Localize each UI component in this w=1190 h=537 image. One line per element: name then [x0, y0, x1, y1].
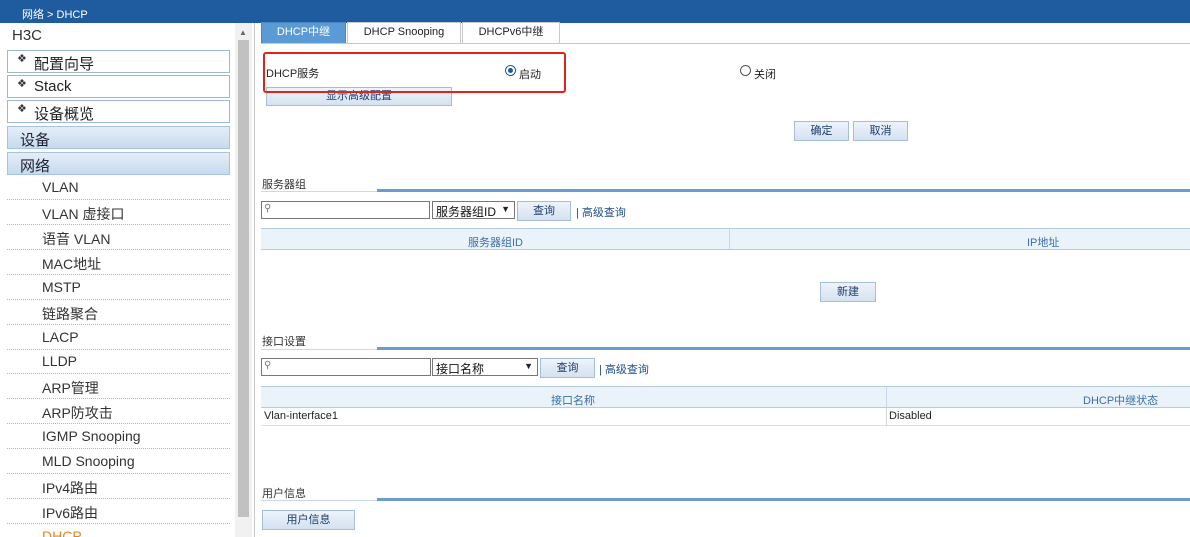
nav-section-label: 设备 — [20, 132, 51, 149]
relay-status-cell: Disabled — [889, 410, 932, 422]
diamond-icon: ❖ — [17, 78, 27, 90]
nav-section-label: 网络 — [20, 158, 51, 175]
section-divider — [261, 498, 1190, 501]
tab-divider — [261, 43, 1190, 44]
sidebar-item-label: ARP管理 — [42, 380, 99, 396]
nav-section-device[interactable]: 设备 — [7, 126, 230, 149]
interface-query-button[interactable]: 查询 — [540, 358, 595, 378]
cancel-button[interactable]: 取消 — [853, 121, 908, 141]
sidebar-item-vlan-interface[interactable]: VLAN 虚接口 — [7, 200, 230, 225]
column-separator — [886, 387, 887, 408]
ok-button[interactable]: 确定 — [794, 121, 849, 141]
sidebar-item-label: DHCP — [42, 528, 82, 537]
server-group-table-header: 服务器组ID IP地址 — [261, 228, 1190, 250]
sidebar-item-arp-management[interactable]: ARP管理 — [7, 374, 230, 399]
nav-device-overview[interactable]: ❖ 设备概览 — [7, 100, 230, 123]
sidebar-item-dhcp[interactable]: DHCP — [7, 524, 230, 537]
sidebar-item-label: LACP — [42, 329, 79, 345]
sidebar-item-label: VLAN 虚接口 — [42, 206, 125, 222]
sidebar-item-ipv4-routing[interactable]: IPv4路由 — [7, 474, 230, 499]
nav-label: Stack — [34, 78, 72, 95]
disable-radio[interactable] — [740, 65, 751, 76]
highlight-annotation — [263, 52, 566, 93]
search-icon: ⚲ — [264, 360, 272, 371]
column-header[interactable]: IP地址 — [1027, 234, 1059, 250]
nav-label: 配置向导 — [34, 56, 95, 73]
sidebar-item-mstp[interactable]: MSTP — [7, 275, 230, 300]
sidebar-item-ipv6-routing[interactable]: IPv6路由 — [7, 499, 230, 524]
diamond-icon: ❖ — [17, 53, 27, 65]
column-header[interactable]: 接口名称 — [551, 392, 595, 408]
scroll-up-arrow-icon[interactable]: ▲ — [239, 28, 247, 37]
nav-config-wizard[interactable]: ❖ 配置向导 — [7, 50, 230, 73]
breadcrumb: 网络 > DHCP — [22, 9, 88, 21]
chevron-down-icon: ▼ — [501, 204, 510, 214]
interface-settings-title: 接口设置 — [262, 336, 306, 348]
tab-dhcp-snooping[interactable]: DHCP Snooping — [347, 22, 461, 44]
user-info-button[interactable]: 用户信息 — [262, 510, 355, 530]
sidebar-item-label: IPv4路由 — [42, 480, 99, 496]
interface-name-cell: Vlan-interface1 — [264, 410, 338, 422]
nav-label: 设备概览 — [34, 106, 95, 123]
column-header[interactable]: 服务器组ID — [468, 234, 523, 250]
brand-label: H3C — [12, 27, 43, 44]
interface-field-select[interactable]: 接口名称 ▼ — [432, 358, 538, 376]
tab-dhcpv6-relay[interactable]: DHCPv6中继 — [462, 22, 560, 44]
sidebar: H3C ❖ 配置向导 ❖ Stack ❖ 设备概览 设备 网络 VLAN VLA… — [0, 23, 255, 537]
interface-advanced-query-link[interactable]: | 高级查询 — [599, 361, 649, 377]
sidebar-item-arp-attack-defense[interactable]: ARP防攻击 — [7, 399, 230, 424]
tab-dhcp-relay[interactable]: DHCP中继 — [261, 22, 346, 44]
section-divider — [261, 347, 1190, 350]
column-separator — [729, 229, 730, 250]
sidebar-scrollbar[interactable]: ▲ — [235, 23, 252, 537]
interface-table-header: 接口名称 DHCP中继状态 — [261, 386, 1190, 408]
top-bar: 网络 > DHCP — [0, 0, 1190, 23]
table-row[interactable]: Vlan-interface1 Disabled — [261, 408, 1190, 426]
sidebar-item-link-aggregation[interactable]: 链路聚合 — [7, 300, 230, 325]
new-button[interactable]: 新建 — [820, 282, 876, 302]
sidebar-item-label: IGMP Snooping — [42, 428, 141, 444]
section-divider — [261, 189, 1190, 192]
sidebar-item-igmp-snooping[interactable]: IGMP Snooping — [7, 424, 230, 449]
select-value: 接口名称 — [436, 362, 485, 376]
sidebar-item-voice-vlan[interactable]: 语音 VLAN — [7, 225, 230, 250]
sidebar-item-mld-snooping[interactable]: MLD Snooping — [7, 449, 230, 474]
search-icon: ⚲ — [264, 203, 272, 214]
column-separator — [886, 408, 887, 426]
chevron-down-icon: ▼ — [524, 361, 533, 371]
diamond-icon: ❖ — [17, 103, 27, 115]
select-value: 服务器组ID — [436, 205, 497, 219]
column-header[interactable]: DHCP中继状态 — [1083, 392, 1158, 408]
sidebar-item-lldp[interactable]: LLDP — [7, 349, 230, 374]
server-group-query-button[interactable]: 查询 — [517, 201, 571, 221]
sidebar-item-label: VLAN — [42, 179, 79, 195]
sidebar-item-label: MAC地址 — [42, 256, 102, 272]
disable-radio-label[interactable]: 关闭 — [754, 66, 776, 82]
sidebar-item-mac[interactable]: MAC地址 — [7, 250, 230, 275]
sidebar-item-label: MSTP — [42, 279, 81, 295]
sidebar-item-label: ARP防攻击 — [42, 405, 113, 421]
server-group-advanced-query-link[interactable]: | 高级查询 — [576, 204, 626, 220]
sidebar-item-lacp[interactable]: LACP — [7, 325, 230, 350]
scrollbar-thumb[interactable] — [238, 40, 249, 517]
sidebar-item-label: 语音 VLAN — [42, 231, 111, 247]
user-info-title: 用户信息 — [262, 488, 306, 500]
sidebar-item-label: LLDP — [42, 353, 78, 369]
nav-section-network[interactable]: 网络 — [7, 152, 230, 175]
interface-search-input[interactable]: ⚲ — [261, 358, 431, 376]
sidebar-item-label: MLD Snooping — [42, 453, 135, 469]
sidebar-item-vlan[interactable]: VLAN — [7, 175, 230, 200]
server-group-field-select[interactable]: 服务器组ID ▼ — [432, 201, 515, 219]
nav-stack[interactable]: ❖ Stack — [7, 75, 230, 98]
sidebar-item-label: 链路聚合 — [42, 306, 98, 322]
sidebar-item-label: IPv6路由 — [42, 505, 99, 521]
server-group-search-input[interactable]: ⚲ — [261, 201, 430, 219]
server-group-title: 服务器组 — [262, 179, 306, 191]
